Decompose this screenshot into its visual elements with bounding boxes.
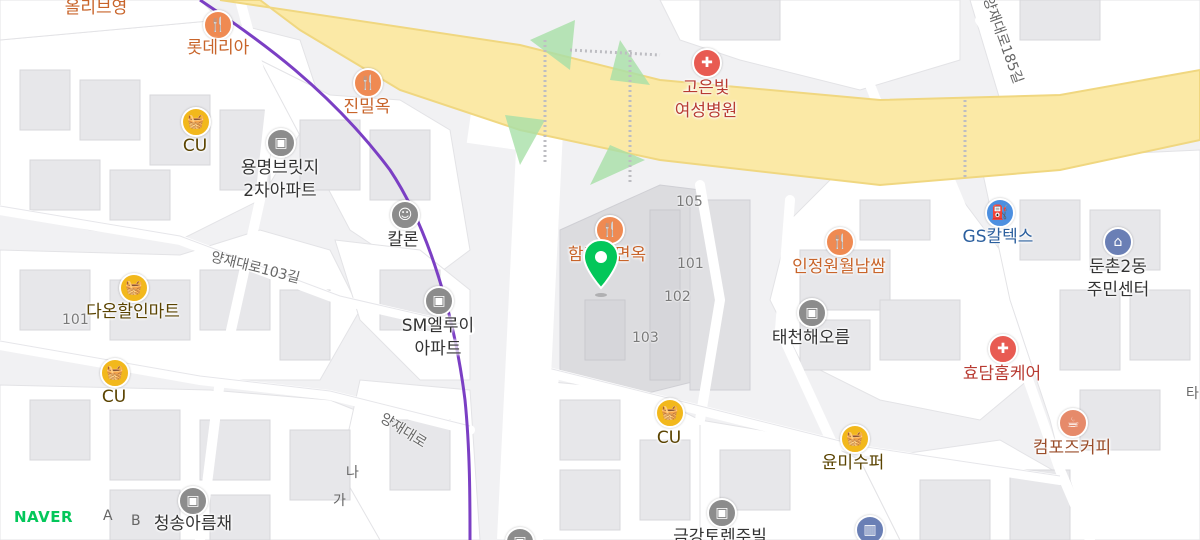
naver-logo: NAVER [14, 508, 74, 526]
building-number: 101 [62, 312, 89, 328]
restaurant-icon[interactable]: 🍴 [353, 68, 383, 98]
building-number-103: 103 [632, 330, 659, 346]
gas-station-icon[interactable]: ⛽ [985, 198, 1015, 228]
place-daon-mart[interactable]: 다온할인마트 [86, 302, 180, 322]
place-dunchon-line2[interactable]: 주민센터 [1087, 280, 1150, 300]
place-cu-1[interactable]: CU [183, 136, 207, 156]
label-ta: 타 [1186, 386, 1199, 402]
place-goeun-line1[interactable]: 고은빛 [683, 78, 730, 98]
place-yongmyeong-bridge-line2[interactable]: 2차아파트 [243, 181, 316, 201]
convenience-store-icon[interactable]: 🧺 [655, 398, 685, 428]
place-hyodam[interactable]: 효담홈케어 [963, 364, 1041, 384]
convenience-store-icon[interactable]: 🧺 [840, 424, 870, 454]
building-icon[interactable]: ▣ [266, 128, 296, 158]
label-na: 나 [346, 465, 359, 481]
place-geumgang[interactable]: 금강토렌주빌 [673, 527, 767, 540]
cafe-icon[interactable]: ☕ [1058, 408, 1088, 438]
map-view[interactable]: 양재대로103길 양재대로 양재대로185길 올리브영 🍴 롯데리아 🍴 진밀옥… [0, 0, 1200, 540]
place-cu-3[interactable]: CU [657, 428, 681, 448]
convenience-store-icon[interactable]: 🧺 [119, 273, 149, 303]
salon-icon[interactable]: ☺ [390, 200, 420, 230]
place-kalron[interactable]: 칼론 [387, 230, 418, 250]
place-jinmilok[interactable]: 진밀옥 [344, 97, 391, 117]
convenience-store-icon[interactable]: 🧺 [100, 358, 130, 388]
hospital-icon[interactable]: ✚ [988, 334, 1018, 364]
place-lotteria[interactable]: 롯데리아 [187, 38, 250, 58]
place-dunchon-line1[interactable]: 둔촌2동 [1089, 257, 1147, 277]
place-goeun-line2[interactable]: 여성병원 [675, 101, 738, 121]
label-a: A [103, 508, 113, 524]
place-taecheon[interactable]: 태천해오름 [772, 328, 850, 348]
building-icon[interactable]: ▣ [178, 486, 208, 516]
location-marker-icon[interactable] [582, 238, 620, 298]
place-cheongsong[interactable]: 청송아름채 [154, 514, 232, 534]
label-b: B [131, 513, 141, 529]
place-yunmi[interactable]: 윤미수퍼 [822, 453, 885, 473]
place-injeong[interactable]: 인정원월남쌈 [792, 257, 886, 277]
place-sm-elluey-line2[interactable]: 아파트 [415, 339, 462, 359]
building-icon[interactable]: ▣ [707, 498, 737, 528]
place-compose-coffee[interactable]: 컴포즈커피 [1033, 438, 1111, 458]
restaurant-icon[interactable]: 🍴 [203, 10, 233, 40]
place-oliveyoung[interactable]: 올리브영 [65, 0, 128, 18]
label-ga: 가 [333, 493, 346, 509]
place-yongmyeong-bridge-line1[interactable]: 용명브릿지 [241, 158, 319, 178]
convenience-store-icon[interactable]: 🧺 [181, 107, 211, 137]
hospital-icon[interactable]: ✚ [692, 48, 722, 78]
place-sm-elluey-line1[interactable]: SM엘루이 [402, 316, 474, 336]
office-icon[interactable]: ▥ [855, 515, 885, 540]
place-gs-caltex[interactable]: GS칼텍스 [963, 227, 1034, 247]
government-icon[interactable]: ⌂ [1103, 227, 1133, 257]
restaurant-icon[interactable]: 🍴 [825, 227, 855, 257]
building-number-105: 105 [676, 194, 703, 210]
building-icon[interactable]: ▣ [797, 298, 827, 328]
place-cu-2[interactable]: CU [102, 387, 126, 407]
building-number-102: 102 [664, 289, 691, 305]
building-icon[interactable]: ▣ [424, 286, 454, 316]
building-number-101: 101 [677, 256, 704, 272]
